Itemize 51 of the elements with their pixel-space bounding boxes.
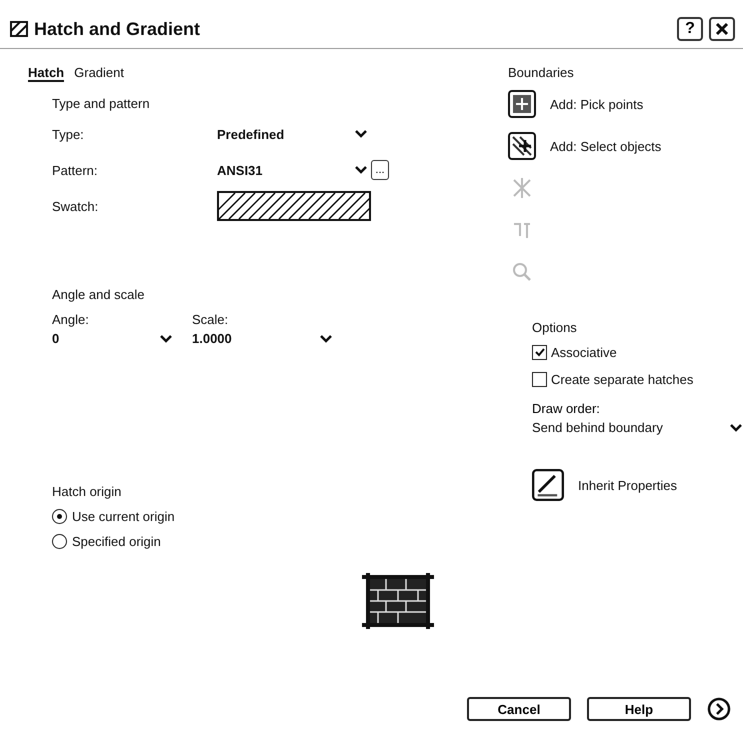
field-label: Type: bbox=[52, 126, 85, 142]
field-label: Angle: bbox=[52, 312, 90, 327]
checkbox-label: Associative bbox=[551, 345, 617, 360]
pick-points-icon[interactable] bbox=[508, 90, 536, 118]
draw-order-dropdown[interactable]: Send behind boundary bbox=[532, 420, 742, 435]
field-label: Pattern: bbox=[52, 162, 99, 178]
close-button[interactable] bbox=[709, 17, 735, 41]
boundary-action-label[interactable]: Add: Select objects bbox=[550, 138, 662, 154]
radio-button[interactable] bbox=[52, 509, 67, 524]
section-heading: Options bbox=[532, 320, 578, 335]
help-button[interactable]: ? bbox=[677, 17, 703, 41]
checkbox-label: Create separate hatches bbox=[551, 372, 694, 387]
pattern-dropdown[interactable]: ANSI31 bbox=[217, 162, 367, 178]
tab[interactable]: Gradient bbox=[74, 65, 124, 82]
checkbox[interactable] bbox=[532, 372, 547, 387]
inherit-brush-icon[interactable] bbox=[532, 469, 564, 501]
window-title: Hatch and Gradient bbox=[34, 18, 202, 40]
dialog-button[interactable]: Help bbox=[587, 697, 691, 721]
type-dropdown[interactable]: Predefined bbox=[217, 126, 367, 142]
chevron-down-icon bbox=[730, 424, 742, 432]
hatch-app-icon bbox=[10, 21, 28, 37]
brick-wall-preview-icon bbox=[362, 571, 434, 631]
check-icon bbox=[534, 348, 544, 357]
radio-button[interactable] bbox=[52, 534, 67, 549]
dialog-button[interactable]: Cancel bbox=[467, 697, 571, 721]
checkbox[interactable] bbox=[532, 345, 547, 360]
chevron-down-icon bbox=[160, 334, 172, 342]
inherit-properties-label[interactable]: Inherit Properties bbox=[578, 478, 677, 492]
field-label: Scale: bbox=[192, 312, 230, 327]
close-icon bbox=[714, 21, 730, 37]
select-objects-icon[interactable] bbox=[508, 132, 536, 160]
section-heading: Hatch origin bbox=[52, 484, 122, 499]
hatch-swatch[interactable] bbox=[217, 191, 371, 221]
field-label: Swatch: bbox=[52, 198, 100, 214]
boundary-action-label[interactable]: Add: Pick points bbox=[550, 96, 644, 112]
chevron-down-icon bbox=[320, 334, 332, 342]
section-heading: Angle and scale bbox=[52, 287, 146, 302]
angle-dropdown[interactable]: 0 bbox=[52, 331, 172, 346]
radio-option[interactable]: Use current origin bbox=[52, 509, 468, 524]
tab[interactable]: Hatch bbox=[28, 65, 64, 82]
chevron-down-icon bbox=[355, 130, 367, 138]
scale-dropdown[interactable]: 1.0000 bbox=[192, 331, 332, 346]
chevron-down-icon bbox=[355, 166, 367, 174]
expand-more-icon[interactable] bbox=[707, 697, 731, 721]
option-label: Use current origin bbox=[72, 509, 175, 524]
section-heading: Boundaries bbox=[508, 65, 575, 80]
radio-option[interactable]: Specified origin bbox=[52, 534, 468, 549]
section-heading: Type and pattern bbox=[52, 96, 151, 111]
field-label: Draw order: bbox=[532, 401, 601, 416]
browse-button[interactable]: ... bbox=[371, 160, 389, 180]
option-label: Specified origin bbox=[72, 534, 161, 549]
